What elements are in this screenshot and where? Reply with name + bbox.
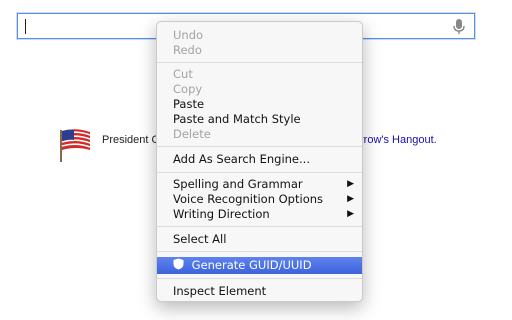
menu-item-spelling-grammar[interactable]: Spelling and Grammar ▶ xyxy=(157,177,362,192)
menu-separator xyxy=(157,278,362,279)
extension-shield-icon xyxy=(173,258,184,270)
menu-item-voice-recognition[interactable]: Voice Recognition Options ▶ xyxy=(157,192,362,207)
menu-item-copy: Copy xyxy=(173,82,203,96)
menu-item-redo: Redo xyxy=(173,43,202,57)
text-cursor xyxy=(25,19,26,34)
mic-icon[interactable] xyxy=(452,18,466,36)
menu-item-writing-direction[interactable]: Writing Direction ▶ xyxy=(157,207,362,222)
menu-item-select-all[interactable]: Select All xyxy=(157,232,362,247)
menu-item-generate-guid[interactable]: Generate GUID/UUID xyxy=(157,257,362,274)
submenu-arrow-icon: ▶ xyxy=(347,209,354,219)
menu-item-undo: Undo xyxy=(173,28,204,42)
menu-item-label: Generate GUID/UUID xyxy=(191,258,312,272)
menu-separator xyxy=(157,172,362,173)
menu-item-label: Voice Recognition Options xyxy=(173,192,324,206)
menu-item-label: Writing Direction xyxy=(173,207,270,221)
menu-item-delete: Delete xyxy=(173,127,211,141)
submenu-arrow-icon: ▶ xyxy=(347,194,354,204)
menu-item-inspect-element[interactable]: Inspect Element xyxy=(157,284,362,299)
promo-text: President O xyxy=(102,134,161,146)
context-menu: Undo Redo Cut Copy Paste Paste and Match… xyxy=(156,21,363,302)
submenu-arrow-icon: ▶ xyxy=(347,179,354,189)
menu-separator xyxy=(157,146,362,147)
us-flag-icon xyxy=(60,129,91,162)
menu-separator xyxy=(157,226,362,227)
menu-separator xyxy=(157,251,362,252)
menu-separator xyxy=(157,62,362,63)
menu-item-paste[interactable]: Paste xyxy=(157,97,362,112)
promo-link[interactable]: rrow's Hangout. xyxy=(360,134,437,146)
menu-item-paste-match-style[interactable]: Paste and Match Style xyxy=(157,112,362,127)
menu-item-label: Spelling and Grammar xyxy=(173,177,303,191)
menu-item-add-search-engine[interactable]: Add As Search Engine... xyxy=(157,152,362,167)
menu-item-cut: Cut xyxy=(173,67,193,81)
